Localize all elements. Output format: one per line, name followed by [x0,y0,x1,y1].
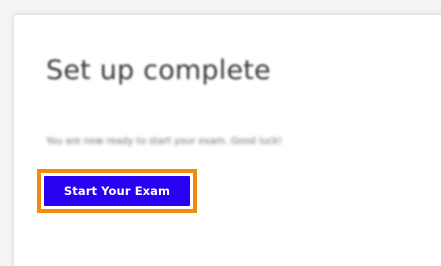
start-button-focus-highlight: Start Your Exam [37,169,197,213]
start-exam-button[interactable]: Start Your Exam [44,176,190,206]
ready-message: You are now ready to start your exam. Go… [46,136,283,147]
setup-complete-card: Set up complete You are now ready to sta… [13,14,441,266]
page-title: Set up complete [46,55,271,86]
page-background: Set up complete You are now ready to sta… [0,0,441,266]
